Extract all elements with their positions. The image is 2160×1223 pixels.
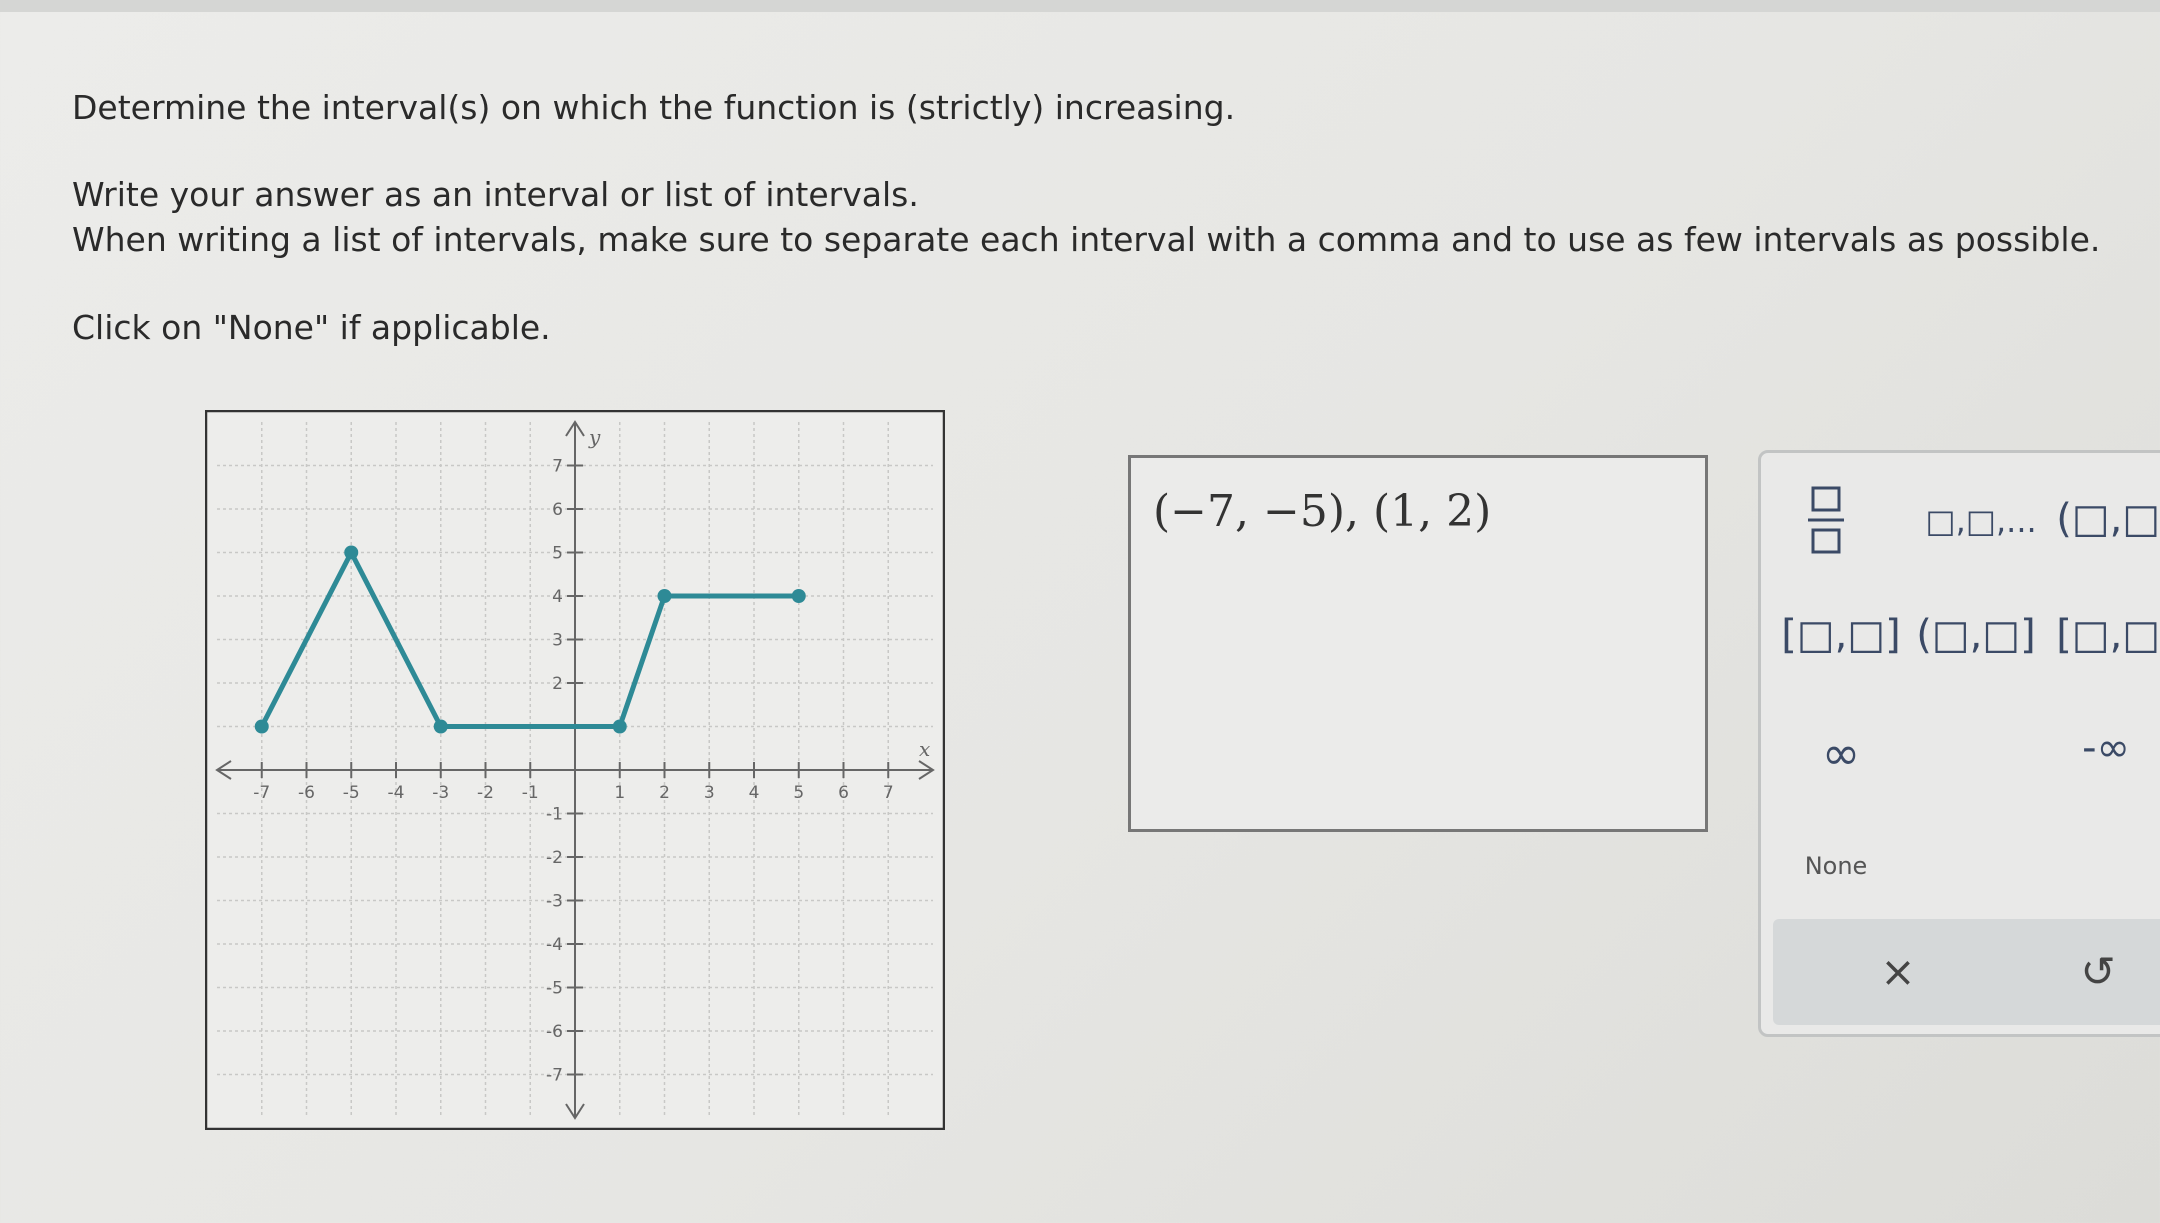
list-button[interactable]: □,□,... [1921,493,2041,549]
graph-svg: -7 -6 -5 -4 -3 -2 -1 1 2 3 4 5 6 7 -7 -6 -5 -4 -3 -2 -1 2 3 4 5 6… [205,410,945,1130]
instruction-text: Write your answer as an interval or list… [72,175,919,214]
function-graph: -7 -6 -5 -4 -3 -2 -1 1 2 3 4 5 6 7 -7 -6 -5 -4 -3 -2 -1 2 3 4 5 6… [205,410,945,1130]
answer-input[interactable]: (−7, −5), (1, 2) [1128,455,1708,832]
infinity-button[interactable]: ∞ [1801,723,1881,783]
x-tick-label: 2 [659,783,670,803]
function-point [433,719,448,734]
x-tick-label: 1 [614,783,625,803]
y-tick-label: 7 [552,457,563,477]
x-axis-label: x [919,737,930,761]
y-tick-label: -1 [546,805,563,825]
y-tick-label: 4 [552,587,563,607]
function-point [657,589,672,603]
none-button[interactable]: None [1781,841,1891,891]
x-tick-label: -5 [343,783,360,803]
x-tick-label: -1 [522,783,539,803]
answer-value: (−7, −5), (1, 2) [1153,486,1492,537]
closed-interval-button[interactable]: [□,□] [1781,603,1901,667]
function-point [254,719,269,734]
function-point [791,589,806,603]
negative-infinity-button[interactable]: -∞ [2051,718,2160,778]
open-interval-button[interactable]: (□,□) [2051,487,2160,551]
x-tick-label: 3 [704,783,715,803]
y-axis-label: y [588,425,601,449]
top-bar [0,0,2160,12]
y-tick-label: 6 [552,500,563,520]
x-tick-label: -7 [253,783,270,803]
x-tick-label: -6 [298,783,315,803]
x-tick-label: 4 [749,783,760,803]
fraction-icon [1808,486,1844,554]
y-tick-label: -5 [546,979,563,999]
x-tick-label: 7 [883,783,894,803]
instruction-text-list: When writing a list of intervals, make s… [72,220,2101,259]
y-tick-label: -6 [546,1022,563,1042]
none-instruction: Click on "None" if applicable. [72,308,551,347]
y-tick-label: 2 [552,674,563,694]
math-keypad: □,□,... (□,□) [□,□] (□,□] [□,□) ∞ -∞ Non… [1758,450,2160,1037]
x-tick-label: -4 [388,783,405,803]
function-point [612,719,627,734]
y-tick-label: -3 [546,892,563,912]
y-tick-label: -7 [546,1066,563,1086]
function-point [344,545,359,560]
clear-icon[interactable]: × [1863,941,1933,1001]
closed-open-interval-button[interactable]: [□,□) [2051,603,2160,667]
y-tick-label: 3 [552,631,563,651]
x-tick-label: 5 [793,783,804,803]
keypad-footer: × ↺ [1773,919,2160,1025]
y-tick-label: -2 [546,848,563,868]
undo-icon[interactable]: ↺ [2063,941,2133,1001]
fraction-button[interactable] [1783,483,1869,557]
y-tick-label: -4 [546,935,563,955]
open-closed-interval-button[interactable]: (□,□] [1916,603,2036,667]
y-tick-label: 5 [552,544,563,564]
x-tick-label: -3 [432,783,449,803]
question-text: Determine the interval(s) on which the f… [72,88,1236,127]
x-tick-label: 6 [838,783,849,803]
x-tick-label: -2 [477,783,494,803]
